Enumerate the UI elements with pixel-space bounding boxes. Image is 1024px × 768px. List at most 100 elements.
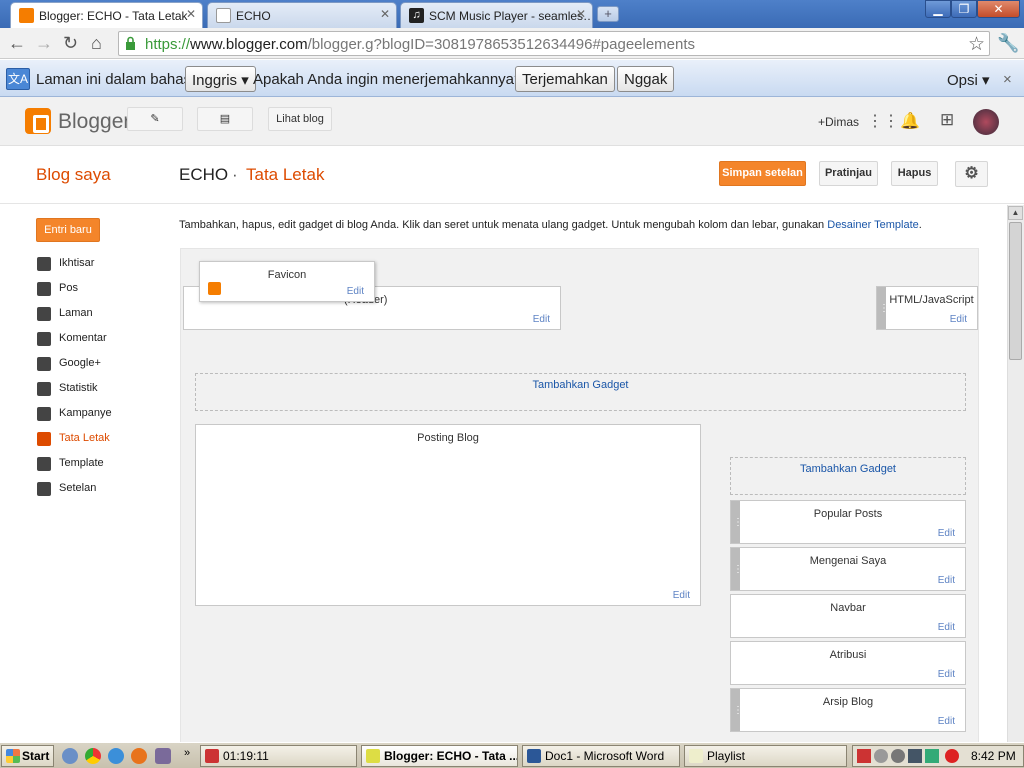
clock: 8:42 PM	[971, 749, 1016, 763]
home-icon	[37, 257, 51, 271]
browser-tab-strip: Blogger: ECHO - Tata Letak ✕ ECHO ✕ ♫ SC…	[0, 0, 1024, 28]
gadget-mengenai-saya[interactable]: Mengenai Saya Edit	[730, 547, 966, 591]
forward-icon[interactable]: →	[35, 33, 53, 53]
gadget-title: Navbar	[830, 602, 866, 614]
sidebar-item-label: Statistik	[59, 382, 98, 394]
edit-link[interactable]: Edit	[673, 590, 690, 601]
reload-icon[interactable]: ↻	[63, 33, 78, 53]
posts-list-button[interactable]: ▤	[197, 107, 253, 131]
no-translate-button[interactable]: Nggak	[617, 66, 675, 92]
tray-icon[interactable]	[857, 749, 871, 763]
edit-link[interactable]: Edit	[938, 716, 955, 727]
firefox-icon[interactable]	[131, 748, 147, 764]
taskbar-item[interactable]: Playlist	[684, 745, 847, 767]
edit-link[interactable]: Edit	[938, 528, 955, 539]
close-tab-icon[interactable]: ✕	[380, 7, 390, 21]
page-icon	[216, 8, 231, 23]
sidebar-item-label: Ikhtisar	[59, 257, 95, 269]
edit-link[interactable]: Edit	[938, 622, 955, 633]
sidebar-item-label: Template	[59, 457, 104, 469]
new-post-pencil-button[interactable]: ✎	[127, 107, 183, 131]
blog-posts-gadget[interactable]: Posting Blog Edit	[195, 424, 701, 606]
tab-label: SCM Music Player - seamles…	[429, 9, 593, 23]
edit-link[interactable]: Edit	[938, 669, 955, 680]
tray-icon[interactable]	[874, 749, 888, 763]
wrench-icon[interactable]: 🔧	[997, 33, 1019, 53]
favicon-gadget-dragging[interactable]: Favicon Edit	[199, 261, 375, 302]
close-tab-icon[interactable]: ✕	[186, 7, 196, 21]
tray-icon[interactable]	[908, 749, 922, 763]
translate-question: Apakah Anda ingin menerjemahkannya?	[253, 71, 523, 88]
maximize-icon[interactable]: ❐	[951, 0, 977, 18]
chevron-icon[interactable]: »	[184, 747, 190, 759]
quicklaunch-icon[interactable]	[62, 748, 78, 764]
tab-scm-music[interactable]: ♫ SCM Music Player - seamles… ✕	[400, 2, 593, 28]
notifications-bell-icon[interactable]: 🔔	[900, 111, 920, 131]
add-gadget-sidebar-button[interactable]: Tambahkan Gadget	[730, 457, 966, 495]
start-button[interactable]: Start	[1, 745, 54, 767]
template-icon	[37, 457, 51, 471]
add-gadget-button[interactable]: Tambahkan Gadget	[195, 373, 966, 411]
breadcrumb-separator: ·	[232, 165, 238, 184]
template-designer-link[interactable]: Desainer Template	[827, 219, 919, 231]
blogger-logo-icon[interactable]	[25, 108, 51, 134]
scrollbar-thumb[interactable]	[1009, 222, 1022, 360]
new-post-button[interactable]: Entri baru	[36, 218, 100, 242]
blogger-icon	[19, 8, 34, 23]
drag-handle[interactable]	[877, 287, 889, 329]
gear-icon[interactable]: ⚙	[955, 161, 988, 187]
tab-blogger[interactable]: Blogger: ECHO - Tata Letak ✕	[10, 2, 203, 28]
page-header: Blog saya ECHO · Tata Letak Simpan setel…	[0, 147, 1024, 204]
tray-icon[interactable]	[945, 749, 959, 763]
edit-link[interactable]: Edit	[347, 286, 364, 297]
close-tab-icon[interactable]: ✕	[576, 7, 586, 21]
tray-icon[interactable]	[891, 749, 905, 763]
minimize-icon[interactable]: ▁	[925, 0, 951, 18]
sidebar-item-label: Setelan	[59, 482, 97, 494]
my-blogs-link[interactable]: Blog saya	[36, 165, 111, 185]
chrome-icon[interactable]	[85, 748, 101, 764]
taskbar-item[interactable]: 01:19:11	[200, 745, 357, 767]
scroll-up-icon[interactable]: ▲	[1008, 206, 1023, 220]
address-bar[interactable]: https://www.blogger.com/blogger.g?blogID…	[118, 31, 990, 56]
close-window-icon[interactable]: ✕	[977, 0, 1020, 18]
save-settings-button[interactable]: Simpan setelan	[719, 161, 806, 186]
gadget-atribusi[interactable]: Atribusi Edit	[730, 641, 966, 685]
user-name-link[interactable]: +Dimas	[818, 115, 859, 129]
ie-icon[interactable]	[108, 748, 124, 764]
tab-echo[interactable]: ECHO ✕	[207, 2, 397, 28]
edit-link[interactable]: Edit	[938, 575, 955, 586]
sidebar-item-label: Google+	[59, 357, 101, 369]
view-blog-button[interactable]: Lihat blog	[268, 107, 332, 131]
sidebar-item-label: Kampanye	[59, 407, 112, 419]
new-tab-button[interactable]: +	[597, 6, 619, 22]
html-javascript-gadget[interactable]: HTML/JavaScript Edit	[876, 286, 978, 330]
gadget-arsip-blog[interactable]: Arsip Blog Edit	[730, 688, 966, 732]
avatar[interactable]	[973, 109, 999, 135]
tray-icon[interactable]	[925, 749, 939, 763]
delete-button[interactable]: Hapus	[891, 161, 938, 186]
layout-instructions: Tambahkan, hapus, edit gadget di blog An…	[179, 219, 922, 231]
gadget-popular-posts[interactable]: Popular Posts Edit	[730, 500, 966, 544]
back-icon[interactable]: ←	[8, 33, 26, 53]
language-select[interactable]: Inggris ▾	[185, 66, 256, 92]
share-plus-icon[interactable]: ⊞	[940, 110, 954, 130]
translate-button[interactable]: Terjemahkan	[515, 66, 615, 92]
sidebar-item-label: Laman	[59, 307, 93, 319]
brand-name[interactable]: Blogger	[58, 110, 130, 134]
edit-link[interactable]: Edit	[950, 314, 967, 325]
translate-options-button[interactable]: Opsi ▾	[947, 71, 990, 89]
edit-link[interactable]: Edit	[533, 314, 550, 325]
windows-taskbar: Start » 01:19:11 Blogger: ECHO - Tata ...…	[0, 742, 1024, 768]
close-icon[interactable]: ×	[1003, 71, 1012, 88]
app-icon[interactable]	[155, 748, 171, 764]
gadget-navbar[interactable]: Navbar Edit	[730, 594, 966, 638]
preview-button[interactable]: Pratinjau	[819, 161, 878, 186]
stats-icon	[37, 382, 51, 396]
taskbar-item[interactable]: Blogger: ECHO - Tata ...	[361, 745, 518, 767]
apps-grid-icon[interactable]: ⋮⋮	[867, 111, 899, 131]
home-icon[interactable]: ⌂	[91, 33, 102, 53]
bookmark-star-icon[interactable]: ☆	[968, 33, 985, 56]
recorder-icon	[205, 749, 219, 763]
taskbar-item[interactable]: Doc1 - Microsoft Word	[522, 745, 680, 767]
